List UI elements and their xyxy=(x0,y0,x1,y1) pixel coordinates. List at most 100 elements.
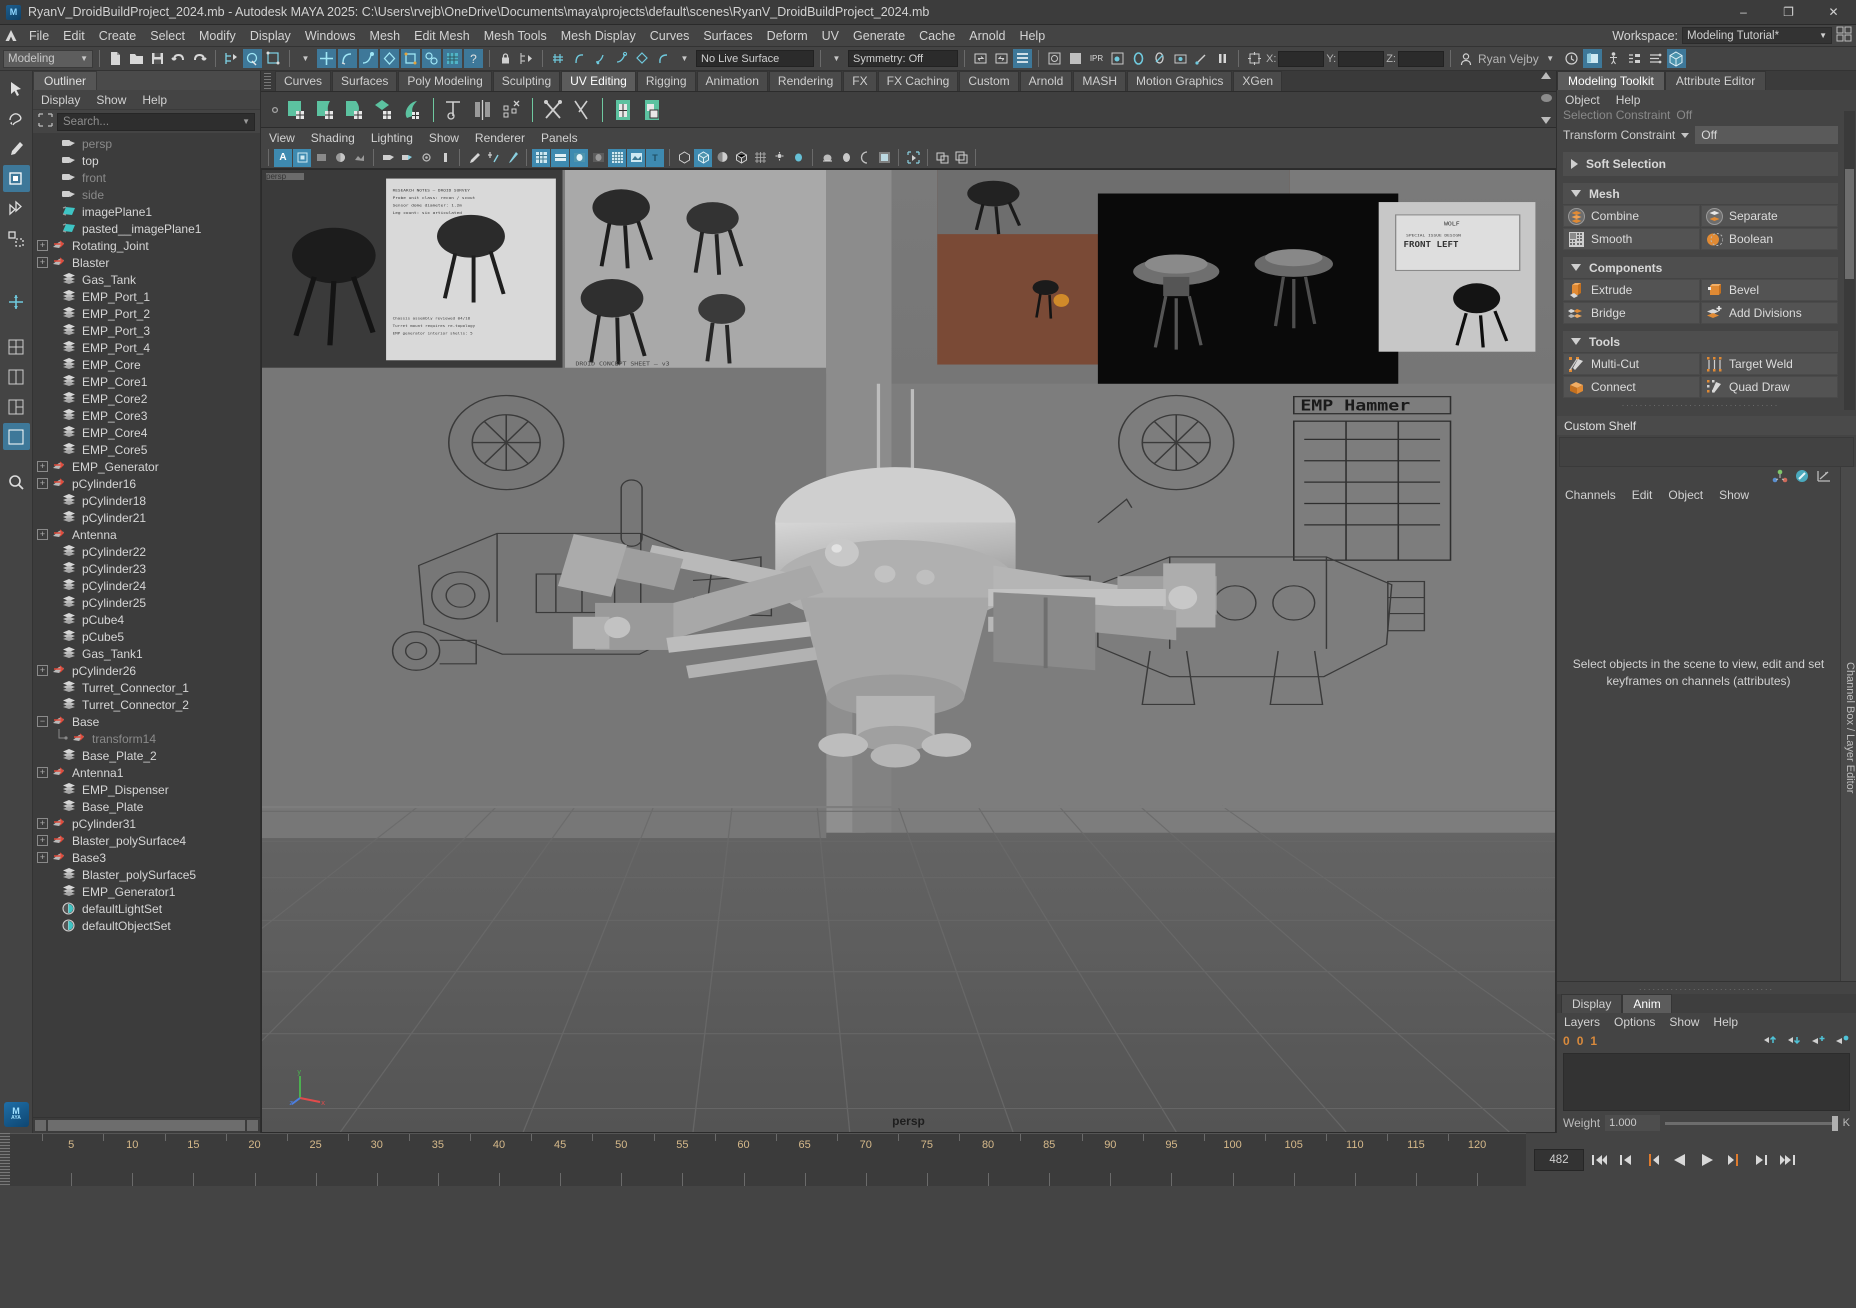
viewport-menu-view[interactable]: View xyxy=(261,131,303,145)
layout-grid-icon[interactable] xyxy=(1836,26,1852,45)
shelf-tab-surfaces[interactable]: Surfaces xyxy=(332,71,398,91)
camera-attributes-icon[interactable] xyxy=(312,149,330,167)
uv-sew-icon[interactable] xyxy=(569,97,595,123)
shelf-tab-arnold[interactable]: Arnold xyxy=(1019,71,1073,91)
show-hide-attribute-editor-button[interactable] xyxy=(1013,49,1032,68)
go-to-start-button[interactable] xyxy=(1587,1148,1611,1172)
menu-display[interactable]: Display xyxy=(243,25,298,47)
symmetry-field[interactable]: Symmetry: Off xyxy=(848,50,958,67)
menu-mesh-tools[interactable]: Mesh Tools xyxy=(477,25,554,47)
shadows-icon[interactable] xyxy=(789,149,807,167)
outliner-item[interactable]: + Rotating_Joint xyxy=(33,237,260,254)
layer-tab-anim[interactable]: Anim xyxy=(1622,994,1672,1013)
expand-icon[interactable]: + xyxy=(37,257,48,268)
motion-blur-icon[interactable] xyxy=(818,149,836,167)
render-sequence-button[interactable] xyxy=(1171,49,1190,68)
anti-alias-icon[interactable] xyxy=(856,149,874,167)
shelf-tab-fx[interactable]: FX xyxy=(843,71,877,91)
snap-grid-button[interactable] xyxy=(317,49,336,68)
select-object-button[interactable] xyxy=(243,49,262,68)
add-selected-layer-icon[interactable] xyxy=(1834,1034,1850,1049)
transform-constraint-value[interactable]: Off xyxy=(1695,126,1838,144)
save-scene-button[interactable] xyxy=(148,49,167,68)
menu-create[interactable]: Create xyxy=(92,25,144,47)
xray-active-icon[interactable] xyxy=(713,149,731,167)
layer-menu-options[interactable]: Options xyxy=(1607,1015,1662,1029)
channel-box-vertical-tab[interactable]: Channel Box / Layer Editor xyxy=(1840,467,1856,981)
recent-files-clock-icon[interactable] xyxy=(1562,49,1581,68)
expand-icon[interactable]: + xyxy=(37,767,48,778)
redo-render-button[interactable] xyxy=(1066,49,1085,68)
outliner-item[interactable]: transform14 xyxy=(33,728,260,747)
mtk-connect-button[interactable]: Connect xyxy=(1563,376,1700,398)
outliner-item[interactable]: front xyxy=(33,169,260,186)
step-back-frame-button[interactable] xyxy=(1641,1148,1665,1172)
outliner-item[interactable]: pCylinder24 xyxy=(33,577,260,594)
outliner-menu-show[interactable]: Show xyxy=(88,93,134,107)
uv-unfold-icon[interactable] xyxy=(441,97,467,123)
play-backwards-button[interactable] xyxy=(1668,1148,1692,1172)
outliner-item[interactable]: Base_Plate xyxy=(33,798,260,815)
flat-shade-icon[interactable] xyxy=(589,149,607,167)
select-hierarchy-button[interactable] xyxy=(222,49,241,68)
chevron-down-icon[interactable]: ▼ xyxy=(827,49,846,68)
xray-icon[interactable] xyxy=(675,149,693,167)
snap-point-button[interactable] xyxy=(359,49,378,68)
menu-uv[interactable]: UV xyxy=(815,25,846,47)
mtk-smooth-button[interactable]: Smooth xyxy=(1563,228,1700,250)
outliner-item[interactable]: EMP_Port_1 xyxy=(33,288,260,305)
lights-icon[interactable] xyxy=(770,149,788,167)
layer-editor-resize-handle[interactable]: .............................. xyxy=(1557,982,1856,994)
menu-modify[interactable]: Modify xyxy=(192,25,243,47)
outliner-item[interactable]: Base_Plate_2 xyxy=(33,747,260,764)
expand-icon[interactable]: + xyxy=(37,852,48,863)
grid-icon[interactable] xyxy=(751,149,769,167)
expand-icon[interactable]: + xyxy=(37,529,48,540)
shelf-tab-uv-editing[interactable]: UV Editing xyxy=(561,71,636,91)
wire-shaded-icon[interactable] xyxy=(732,149,750,167)
coord-z-input[interactable] xyxy=(1397,50,1444,67)
maximize-button[interactable]: ❐ xyxy=(1766,0,1811,25)
hypershade-button[interactable] xyxy=(1129,49,1148,68)
mtk-section-tools[interactable]: Tools xyxy=(1563,331,1838,352)
shelf-options-gear-icon[interactable] xyxy=(269,93,281,127)
scroll-up-arrow[interactable] xyxy=(1541,72,1551,79)
graph-editor-toggle-icon[interactable] xyxy=(1816,469,1832,486)
scroll-right-arrow[interactable] xyxy=(247,1120,258,1131)
layer-menu-layers[interactable]: Layers xyxy=(1557,1015,1607,1029)
weight-value[interactable]: 1.000 xyxy=(1605,1115,1661,1131)
uv-automatic-icon[interactable] xyxy=(371,97,397,123)
menu-windows[interactable]: Windows xyxy=(298,25,363,47)
outliner-item[interactable]: + EMP_Generator xyxy=(33,458,260,475)
shelf-tab-rendering[interactable]: Rendering xyxy=(768,71,843,91)
texture-display-icon[interactable] xyxy=(627,148,645,167)
layout-persp-button[interactable] xyxy=(2,423,30,450)
layer-menu-show[interactable]: Show xyxy=(1662,1015,1706,1029)
scale-tool-button[interactable] xyxy=(3,225,30,252)
filter-icon[interactable] xyxy=(38,113,53,130)
rotate-tool-button[interactable] xyxy=(3,195,30,222)
ambient-occlusion-icon[interactable] xyxy=(837,149,855,167)
image-plane-icon[interactable] xyxy=(350,149,368,167)
snap-projected-center-button[interactable] xyxy=(380,49,399,68)
curve-center-icon[interactable] xyxy=(612,49,631,68)
surface-snap-icon[interactable] xyxy=(633,49,652,68)
channel-menu-show[interactable]: Show xyxy=(1711,488,1757,502)
outliner-horizontal-scrollbar[interactable] xyxy=(33,1117,260,1133)
panel-snapshot-icon[interactable] xyxy=(933,149,951,167)
outliner-item[interactable]: EMP_Core4 xyxy=(33,424,260,441)
toggle-render-region-button[interactable] xyxy=(1192,49,1211,68)
menu-file[interactable]: File xyxy=(22,25,56,47)
soft-selection-section[interactable]: Soft Selection xyxy=(1563,152,1838,176)
play-forwards-button[interactable] xyxy=(1695,1148,1719,1172)
snap-uv-button[interactable] xyxy=(422,49,441,68)
outliner-item[interactable]: EMP_Core3 xyxy=(33,407,260,424)
cube-viewcube-icon[interactable] xyxy=(1666,49,1686,68)
mtk-menu-help[interactable]: Help xyxy=(1608,93,1649,107)
modeling-toolkit-scrollbar[interactable] xyxy=(1844,111,1855,410)
outliner-item[interactable]: Turret_Connector_1 xyxy=(33,679,260,696)
move-layer-down-icon[interactable] xyxy=(1786,1034,1802,1049)
smooth-shade-all-icon[interactable] xyxy=(551,148,569,167)
time-slider[interactable]: 5 10 15 20 25 30 35 40 45 50 55 60 65 70 75 80 85 90 95 100… xyxy=(0,1133,1856,1186)
live-surface-field[interactable]: No Live Surface xyxy=(696,50,814,67)
